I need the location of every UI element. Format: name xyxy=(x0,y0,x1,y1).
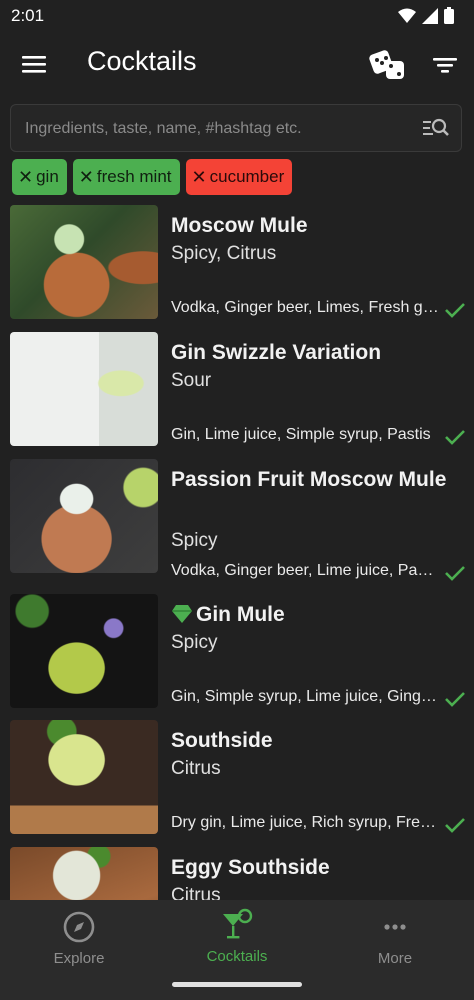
cocktail-image xyxy=(10,594,158,708)
cocktail-name: Eggy Southside xyxy=(171,856,330,879)
list-item[interactable]: Passion Fruit Moscow Mule Spicy Vodka, G… xyxy=(0,457,474,581)
chip-cucumber[interactable]: ✕ cucumber xyxy=(185,159,293,195)
nav-explore[interactable]: Explore xyxy=(0,910,158,967)
close-icon[interactable]: ✕ xyxy=(18,167,33,188)
search-box xyxy=(10,104,462,153)
status-bar: 2:01 xyxy=(0,0,474,32)
check-icon xyxy=(445,566,465,581)
cocktail-taste: Spicy, Citrus xyxy=(171,243,277,264)
chip-label: fresh mint xyxy=(96,167,172,186)
cocktail-name: Southside xyxy=(171,729,273,752)
more-dots-icon xyxy=(384,924,406,930)
nav-label: Cocktails xyxy=(206,948,268,965)
cocktail-ingredients: Vodka, Ginger beer, Limes, Fresh ginger xyxy=(171,299,439,316)
check-icon xyxy=(445,430,465,445)
cocktail-name: Passion Fruit Moscow Mule xyxy=(171,468,447,491)
search-input[interactable] xyxy=(23,105,417,153)
nav-label: More xyxy=(377,950,413,967)
list-item[interactable]: Eggy Southside Citrus xyxy=(0,845,474,900)
wifi-icon xyxy=(398,8,416,23)
cocktail-name: Gin Mule xyxy=(196,603,285,626)
signal-icon xyxy=(422,7,438,24)
cocktail-image xyxy=(10,720,158,834)
cocktail-ingredients: Vodka, Ginger beer, Lime juice, Passion … xyxy=(171,562,439,579)
list-item[interactable]: Gin Mule Spicy Gin, Simple syrup, Lime j… xyxy=(0,592,474,712)
cocktail-taste: Sour xyxy=(171,370,212,391)
filter-sort-icon[interactable] xyxy=(430,50,460,80)
chip-gin[interactable]: ✕ gin xyxy=(12,159,67,195)
cocktail-image xyxy=(10,847,158,900)
cocktail-image xyxy=(10,459,158,573)
filter-chips: ✕ gin ✕ fresh mint ✕ cucumber xyxy=(12,159,293,195)
battery-icon xyxy=(444,7,454,24)
close-icon[interactable]: ✕ xyxy=(192,167,207,188)
cocktail-ingredients: Gin, Simple syrup, Lime juice, Ginger be… xyxy=(171,688,439,705)
list-item[interactable]: Gin Swizzle Variation Sour Gin, Lime jui… xyxy=(0,330,474,450)
cocktail-glass-icon xyxy=(223,908,253,939)
cocktail-ingredients: Dry gin, Lime juice, Rich syrup, Fresh m… xyxy=(171,814,439,831)
cocktail-name: Gin Swizzle Variation xyxy=(171,341,382,364)
list-item[interactable]: Southside Citrus Dry gin, Lime juice, Ri… xyxy=(0,718,474,838)
list-item[interactable]: Moscow Mule Spicy, Citrus Vodka, Ginger … xyxy=(0,203,474,323)
close-icon[interactable]: ✕ xyxy=(79,167,94,188)
dice-random-icon[interactable] xyxy=(368,48,408,82)
page-title: Cocktails xyxy=(87,46,197,76)
check-icon xyxy=(445,692,465,707)
cocktail-name: Moscow Mule xyxy=(171,214,308,237)
cocktail-taste: Spicy xyxy=(171,632,218,653)
cocktail-taste: Citrus xyxy=(171,885,221,900)
search-list-icon[interactable] xyxy=(423,117,449,139)
status-time: 2:01 xyxy=(11,6,45,25)
nav-more[interactable]: More xyxy=(316,910,474,967)
cocktail-image xyxy=(10,205,158,319)
app-bar: Cocktails xyxy=(0,32,474,96)
cocktail-image xyxy=(10,332,158,446)
cocktail-taste: Citrus xyxy=(171,758,221,779)
chip-label: gin xyxy=(36,167,59,186)
chip-fresh-mint[interactable]: ✕ fresh mint xyxy=(72,159,180,195)
hamburger-menu-icon[interactable] xyxy=(20,50,48,78)
compass-icon xyxy=(63,911,95,943)
cocktail-taste: Spicy xyxy=(171,530,218,551)
nav-label: Explore xyxy=(53,950,105,967)
check-icon xyxy=(445,818,465,833)
check-icon xyxy=(445,303,465,318)
home-indicator[interactable] xyxy=(172,982,302,987)
cocktail-ingredients: Gin, Lime juice, Simple syrup, Pastis xyxy=(171,426,431,443)
diamond-premium-icon xyxy=(172,605,192,623)
nav-cocktails[interactable]: Cocktails xyxy=(158,908,316,965)
cocktail-list: Moscow Mule Spicy, Citrus Vodka, Ginger … xyxy=(0,203,474,900)
chip-label: cucumber xyxy=(209,167,285,186)
